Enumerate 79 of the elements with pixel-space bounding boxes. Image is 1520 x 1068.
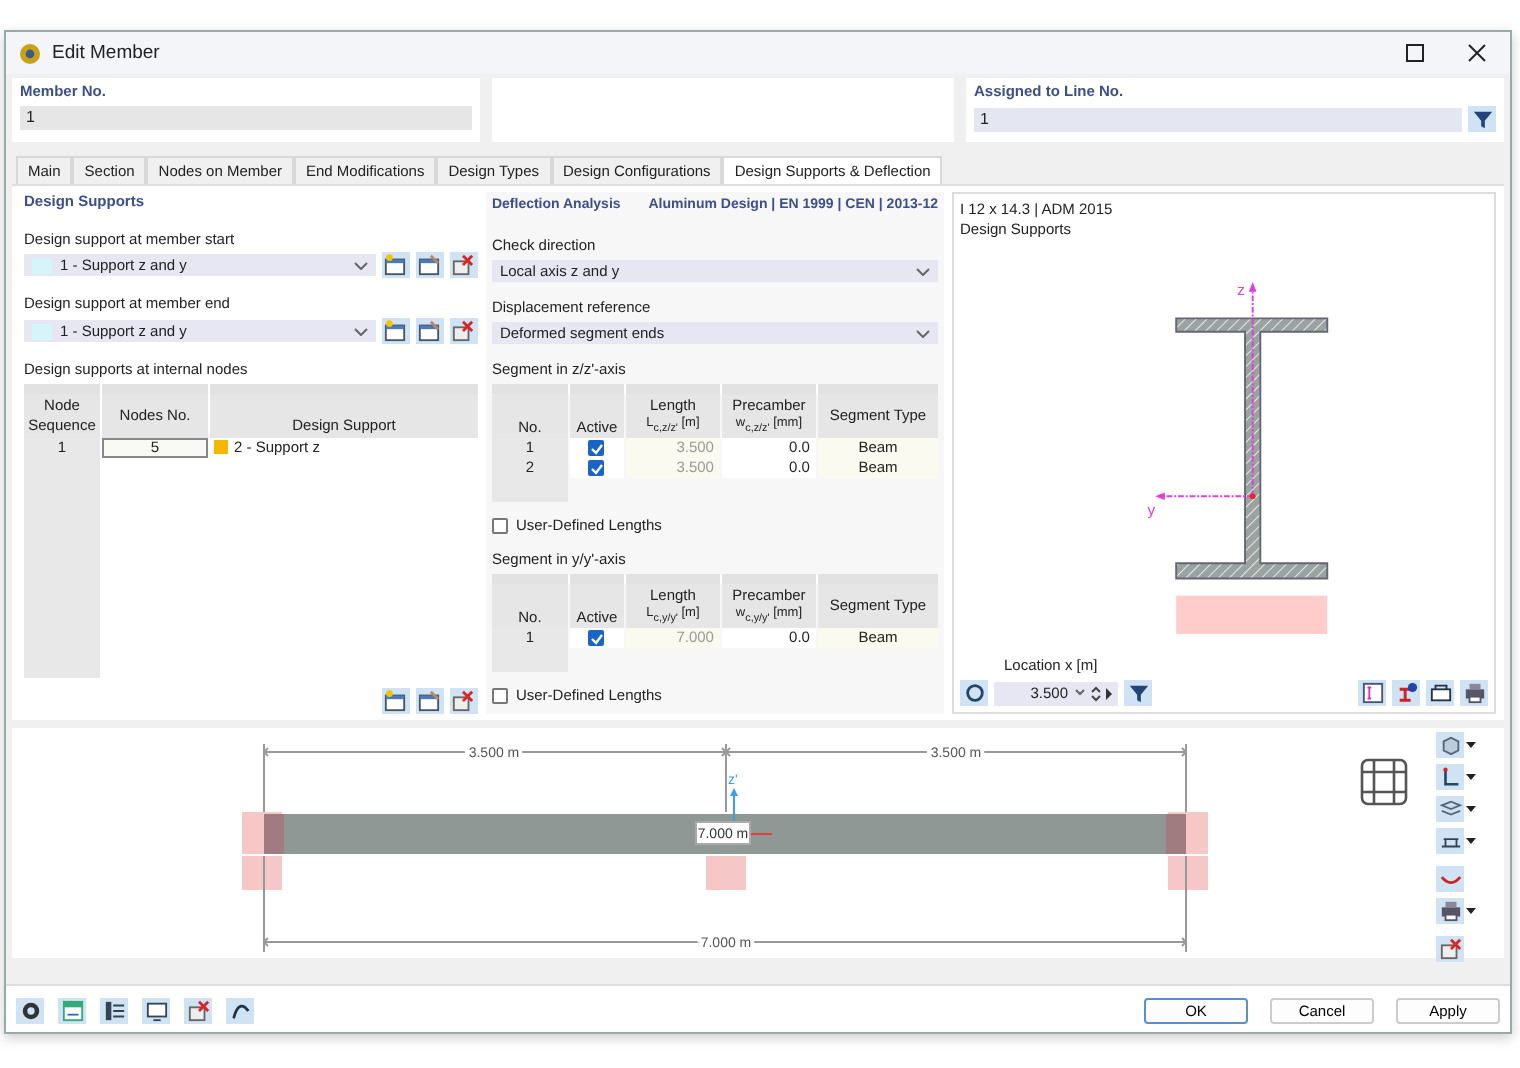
chevron-icon	[916, 267, 930, 275]
window-edit-icon	[418, 254, 441, 277]
checkbox[interactable]	[491, 517, 508, 533]
edit-support-button[interactable]	[415, 252, 444, 279]
delete-support-button[interactable]	[449, 252, 478, 279]
list-button[interactable]	[100, 998, 128, 1024]
axes-icon	[1439, 766, 1461, 788]
view-cube-icon[interactable]	[1360, 758, 1408, 806]
zoom-icon	[19, 1000, 41, 1022]
monitor-button[interactable]	[142, 998, 170, 1024]
filter-button[interactable]	[1124, 680, 1152, 706]
caret-icon[interactable]	[1466, 908, 1476, 914]
pick-line-button[interactable]	[1468, 106, 1496, 132]
section-view-button[interactable]	[1358, 680, 1386, 706]
spinner-arrows-icon[interactable]	[1074, 685, 1114, 701]
chevron-icon	[353, 261, 368, 270]
frame-button[interactable]	[1426, 680, 1454, 706]
zoom-delete-icon	[1439, 938, 1461, 960]
info-icon	[1395, 682, 1417, 704]
new-support-button[interactable]	[381, 318, 410, 345]
reset-view-button[interactable]	[1436, 936, 1464, 962]
chevron-icon	[353, 327, 368, 336]
app-icon	[18, 41, 42, 65]
window-edit-icon	[418, 690, 441, 712]
checkbox[interactable]	[491, 687, 508, 703]
new-support-button[interactable]	[381, 252, 410, 279]
support-block	[242, 856, 282, 890]
beam-end	[1166, 814, 1186, 854]
function-button[interactable]	[226, 998, 254, 1024]
refresh-icon	[963, 682, 985, 704]
delete-icon	[187, 1000, 209, 1022]
close-icon[interactable]	[1468, 44, 1486, 62]
support-block	[706, 856, 746, 890]
delete-support-button[interactable]	[449, 688, 478, 714]
printer-icon	[1439, 900, 1461, 922]
caret-icon[interactable]	[1466, 806, 1476, 812]
refresh-button[interactable]	[960, 680, 988, 706]
table-icon	[61, 1000, 83, 1022]
printer-icon	[1463, 682, 1485, 704]
edit-support-button[interactable]	[415, 688, 444, 714]
axis-label: y	[1147, 501, 1156, 520]
list-icon	[103, 1000, 125, 1022]
edit-support-button[interactable]	[415, 318, 444, 345]
layers-button[interactable]	[1436, 796, 1464, 822]
section-view-icon	[1361, 682, 1383, 704]
caret-icon[interactable]	[1466, 838, 1476, 844]
cube-icon	[1439, 734, 1461, 756]
print-button[interactable]	[1436, 898, 1464, 924]
filter-icon	[1127, 682, 1149, 704]
beam-end	[264, 814, 284, 854]
member-number-field[interactable]: 1	[20, 106, 472, 130]
axis-label: z	[1237, 281, 1245, 300]
curve-icon	[229, 1000, 251, 1022]
dimensions-button[interactable]	[1436, 828, 1464, 854]
delete-icon	[452, 690, 475, 712]
monitor-icon	[145, 1000, 167, 1022]
zoom-button[interactable]	[16, 998, 44, 1024]
chevron-icon	[916, 329, 930, 337]
window-edit-icon	[418, 320, 441, 343]
layers-icon	[1439, 798, 1461, 820]
info-button[interactable]	[1392, 680, 1420, 706]
support-block	[1168, 856, 1208, 890]
caret-icon[interactable]	[1466, 774, 1476, 780]
delete-support-button[interactable]	[449, 318, 478, 345]
delete-button[interactable]	[184, 998, 212, 1024]
view-button[interactable]	[1436, 732, 1464, 758]
deformation-button[interactable]	[1436, 866, 1464, 892]
axes-button[interactable]	[1436, 764, 1464, 790]
caret-icon[interactable]	[1466, 742, 1476, 748]
filter-icon	[1471, 108, 1493, 130]
table-button[interactable]	[58, 998, 86, 1024]
line-number-field[interactable]: 1	[974, 107, 1462, 131]
window-title: Edit Member	[52, 42, 160, 64]
delete-icon	[452, 320, 475, 343]
delete-icon	[452, 254, 475, 277]
new-support-button[interactable]	[381, 688, 410, 714]
frame-icon	[1429, 682, 1451, 704]
maximize-icon[interactable]	[1406, 44, 1424, 62]
print-button[interactable]	[1460, 680, 1488, 706]
